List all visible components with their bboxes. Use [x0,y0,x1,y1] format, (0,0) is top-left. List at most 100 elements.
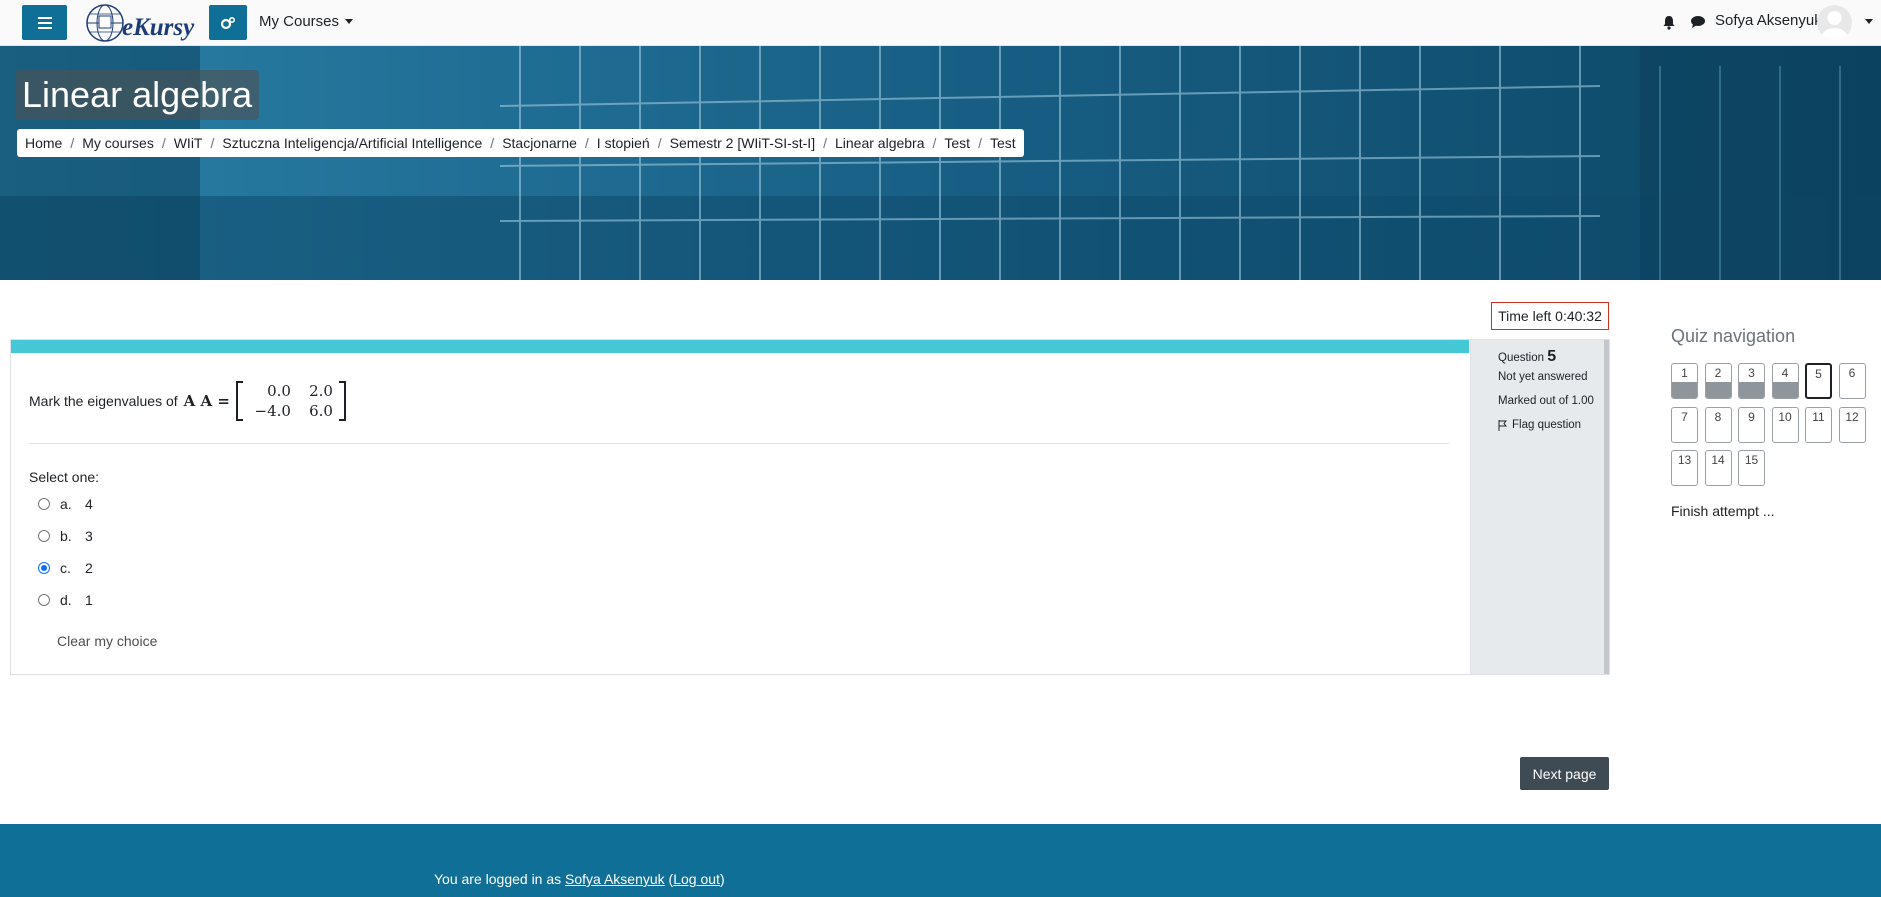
question-status: Not yet answered [1498,371,1588,383]
user-avatar[interactable] [1817,5,1852,40]
quiz-nav-button-6[interactable]: 6 [1838,363,1866,399]
breadcrumb-degree[interactable]: I stopień [597,135,650,151]
answer-radio[interactable] [38,562,50,574]
chevron-down-icon [345,19,354,24]
question-accent-bar [11,340,1469,353]
my-courses-label: My Courses [259,13,340,30]
quiz-nav-button-5[interactable]: 5 [1805,363,1832,399]
option-value: 1 [85,592,93,608]
quiz-nav-button-7[interactable]: 7 [1671,406,1698,443]
question-divider [29,443,1449,444]
quiz-nav-button-8[interactable]: 8 [1704,406,1732,443]
option-letter: b. [60,528,72,544]
breadcrumb-section[interactable]: Test [944,135,970,151]
chat-icon[interactable] [1690,15,1706,29]
breadcrumb-my-courses[interactable]: My courses [82,135,154,151]
matrix-cell: 2.0 [309,382,333,400]
option-value: 2 [85,560,93,576]
user-avatar-icon [1821,11,1848,40]
quiz-nav-button-12[interactable]: 12 [1838,406,1866,443]
breadcrumb-separator: / [584,135,589,151]
top-navbar: eKursy My Courses Sofya Aksenyuk [0,0,1881,46]
page-title: Linear algebra [15,70,260,120]
breadcrumb-separator: / [978,135,982,151]
info-panel-edge [1604,340,1609,674]
breadcrumb-quiz[interactable]: Test [990,135,1016,151]
clear-choice-link[interactable]: Clear my choice [57,633,157,649]
user-name[interactable]: Sofya Aksenyuk [1715,12,1822,29]
question-prompt: Mark the eigenvalues of [29,393,178,409]
breadcrumb-separator: / [161,135,166,151]
question-word: Question [1498,352,1545,364]
matrix-grid: 0.0 2.0 −4.0 6.0 [243,382,339,420]
flag-question-link[interactable]: Flag question [1498,419,1581,431]
footer-user-link[interactable]: Sofya Aksenyuk [565,871,665,887]
option-value: 4 [85,496,93,512]
my-courses-menu[interactable]: My Courses [259,13,354,30]
breadcrumb-course[interactable]: Linear algebra [835,135,925,151]
quiz-timer: Time left 0:40:32 [1491,302,1609,330]
banner-background-image [0,46,1881,280]
breadcrumb-home[interactable]: Home [25,135,62,151]
answer-option-c[interactable]: c. 2 [38,560,93,576]
answer-option-d[interactable]: d. 1 [38,592,93,608]
breadcrumb-separator: / [490,135,495,151]
matrix-cell: 6.0 [309,402,333,420]
finish-attempt-link[interactable]: Finish attempt ... [1671,503,1774,519]
question-grade: Marked out of 1.00 [1498,395,1594,407]
quiz-nav-button-15[interactable]: 15 [1738,450,1765,486]
quiz-nav-button-10[interactable]: 10 [1771,406,1799,443]
breadcrumb-semester[interactable]: Semestr 2 [WIiT-SI-st-I] [670,135,815,151]
breadcrumb-faculty[interactable]: WIiT [174,135,203,151]
quiz-nav-button-4[interactable]: 4 [1771,363,1799,399]
bell-icon[interactable] [1662,15,1676,30]
flag-question-label: Flag question [1512,419,1582,431]
breadcrumb-mode[interactable]: Stacjonarne [502,135,577,151]
quiz-nav-button-9[interactable]: 9 [1738,406,1765,443]
select-one-label: Select one: [29,469,100,485]
answer-option-b[interactable]: b. 3 [38,528,93,544]
breadcrumb-separator: / [210,135,215,151]
option-value: 3 [85,528,93,544]
course-settings-button[interactable] [209,5,247,40]
site-logo[interactable]: eKursy [84,2,202,44]
breadcrumb-separator: / [932,135,937,151]
login-info: You are logged in as Sofya Aksenyuk (Log… [434,871,725,887]
logo-globe-icon [86,4,124,42]
question-content: Mark the eigenvalues of A A = 0.0 2.0 −4… [11,353,1469,674]
answer-option-a[interactable]: a. 4 [38,496,93,512]
hamburger-icon [37,16,52,29]
quiz-navigation-title: Quiz navigation [1671,326,1796,346]
matrix: 0.0 2.0 −4.0 6.0 [235,381,346,421]
matrix-cell: 0.0 [267,382,291,400]
breadcrumb-separator: / [657,135,662,151]
quiz-nav-button-13[interactable]: 13 [1671,450,1698,486]
logged-in-prefix: You are logged in as [434,871,562,887]
answer-radio[interactable] [38,594,50,606]
question-card: Mark the eigenvalues of A A = 0.0 2.0 −4… [10,339,1610,675]
question-number: Question 5 [1498,348,1556,366]
logo-text: eKursy [122,14,195,41]
quiz-nav-button-3[interactable]: 3 [1738,363,1765,399]
answer-radio[interactable] [38,530,50,542]
question-number-value: 5 [1547,348,1557,365]
answer-radio[interactable] [38,498,50,510]
course-header-banner: Linear algebra Home / My courses / WIiT / S… [0,46,1881,280]
matrix-cell: −4.0 [254,402,291,420]
quiz-nav-button-14[interactable]: 14 [1704,450,1732,486]
matrix-left-bracket [235,381,243,421]
option-letter: d. [60,592,72,608]
user-menu-caret-icon[interactable] [1865,19,1873,24]
matrix-right-bracket [338,381,346,421]
page-footer: You are logged in as Sofya Aksenyuk (Log… [0,824,1881,897]
quiz-nav-button-1[interactable]: 1 [1671,363,1698,399]
quiz-nav-button-2[interactable]: 2 [1704,363,1732,399]
next-page-button[interactable]: Next page [1520,757,1609,790]
option-letter: c. [60,560,71,576]
breadcrumb-program[interactable]: Sztuczna Inteligencja/Artificial Intelli… [222,135,482,151]
breadcrumb-separator: / [70,135,75,151]
logout-link[interactable]: Log out [673,871,720,887]
flag-icon [1498,419,1507,431]
menu-toggle-button[interactable] [22,5,67,40]
quiz-nav-button-11[interactable]: 11 [1805,406,1832,443]
